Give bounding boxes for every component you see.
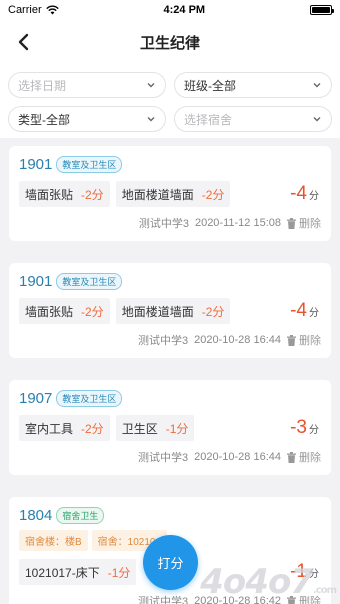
status-left: Carrier	[8, 4, 59, 16]
class-filter-value: 班级-全部	[184, 78, 236, 93]
record-footer: 测试中学3 2020-11-12 15:08 删除	[19, 215, 321, 231]
deduction-item: 地面楼道墙面 -2分	[115, 181, 231, 207]
class-filter[interactable]: 班级-全部	[174, 72, 332, 98]
deduction-row: 墙面张贴 -2分 地面楼道墙面 -2分 -4 分	[19, 298, 321, 324]
deduction-row: 室内工具 -2分 卫生区 -1分 -3 分	[19, 415, 321, 441]
record-header: 1901 教室及卫生区	[19, 156, 321, 173]
record-header: 1901 教室及卫生区	[19, 273, 321, 290]
deduction-label: 室内工具	[25, 421, 74, 436]
delete-button[interactable]: 删除	[287, 332, 321, 348]
deduction-label: 1021017-床下	[25, 565, 100, 580]
deduction-label: 地面楼道墙面	[121, 304, 194, 319]
record-card[interactable]: 1901 教室及卫生区 墙面张贴 -2分 地面楼道墙面 -2分 -4 分 测试中…	[9, 263, 331, 358]
total-score-value: -4	[290, 183, 307, 204]
trash-icon	[287, 334, 296, 346]
deduction-label: 墙面张贴	[25, 187, 74, 202]
record-datetime: 2020-10-28 16:44	[194, 451, 281, 463]
total-score-unit: 分	[309, 425, 319, 436]
deduction-item: 地面楼道墙面 -2分	[115, 298, 231, 324]
site-watermark: 4o4o7.com	[200, 562, 337, 602]
watermark-text: 4o4o7	[200, 562, 314, 602]
category-tag: 教室及卫生区	[56, 390, 123, 407]
school-name: 测试中学3	[138, 335, 189, 347]
total-score: -4 分	[290, 300, 321, 322]
total-score-value: -3	[290, 417, 307, 438]
room-number: 1901	[19, 273, 53, 290]
total-score: -3 分	[290, 417, 321, 439]
trash-icon	[287, 451, 296, 463]
record-datetime: 2020-11-12 15:08	[194, 217, 281, 229]
deduction-item: 室内工具 -2分	[19, 415, 110, 441]
date-filter-placeholder: 选择日期	[18, 78, 67, 93]
deduction-points: -2分	[81, 187, 104, 202]
deduction-points: -1分	[165, 421, 189, 436]
chevron-down-icon	[147, 117, 155, 122]
record-header: 1907 教室及卫生区	[19, 390, 321, 407]
deduction-label: 墙面张贴	[25, 304, 74, 319]
total-score-unit: 分	[309, 308, 319, 319]
total-score-value: -4	[290, 300, 307, 321]
dorm-building-chip: 宿舍楼：楼B	[19, 530, 88, 551]
deduction-points: -2分	[201, 304, 225, 319]
back-button[interactable]	[8, 27, 38, 57]
total-score-unit: 分	[309, 191, 319, 202]
dorm-filter[interactable]: 选择宿舍	[174, 106, 332, 132]
room-number: 1901	[19, 156, 53, 173]
record-datetime: 2020-10-28 16:44	[194, 334, 281, 346]
deduction-item: 墙面张贴 -2分	[19, 298, 110, 324]
status-bar: Carrier 4:24 PM	[0, 0, 340, 20]
delete-button[interactable]: 删除	[287, 215, 321, 231]
deduction-item: 墙面张贴 -2分	[19, 181, 110, 207]
deduction-item: 卫生区 -1分	[115, 415, 195, 441]
record-card[interactable]: 1907 教室及卫生区 室内工具 -2分 卫生区 -1分 -3 分 测试中学3 …	[9, 380, 331, 475]
total-score: -4 分	[290, 183, 321, 205]
battery-icon	[309, 5, 334, 15]
category-tag: 教室及卫生区	[56, 273, 123, 290]
type-filter[interactable]: 类型-全部	[8, 106, 166, 132]
carrier-label: Carrier	[8, 4, 42, 16]
deduction-points: -2分	[81, 421, 104, 436]
delete-label: 删除	[299, 452, 321, 464]
school-name: 测试中学3	[138, 452, 189, 464]
deduction-points: -2分	[81, 304, 104, 319]
deduction-row: 墙面张贴 -2分 地面楼道墙面 -2分 -4 分	[19, 181, 321, 207]
deduction-label: 地面楼道墙面	[121, 187, 194, 202]
filter-panel: 选择日期 班级-全部 类型-全部 选择宿舍	[0, 64, 340, 138]
delete-label: 删除	[299, 335, 321, 347]
record-card[interactable]: 1901 教室及卫生区 墙面张贴 -2分 地面楼道墙面 -2分 -4 分 测试中…	[9, 146, 331, 241]
chevron-down-icon	[313, 83, 321, 88]
delete-label: 删除	[299, 218, 321, 230]
score-fab-label: 打分	[157, 556, 184, 571]
date-filter[interactable]: 选择日期	[8, 72, 166, 98]
deduction-item: 1021017-床下 -1分	[19, 559, 137, 585]
record-footer: 测试中学3 2020-10-28 16:44 删除	[19, 449, 321, 465]
dorm-filter-placeholder: 选择宿舍	[184, 112, 233, 127]
watermark-suffix: .com	[312, 585, 337, 596]
nav-bar: 卫生纪律	[0, 20, 340, 64]
category-tag: 宿舍卫生	[56, 507, 105, 524]
room-number: 1907	[19, 390, 53, 407]
deduction-label: 卫生区	[121, 421, 158, 436]
type-filter-value: 类型-全部	[18, 112, 70, 127]
category-tag: 教室及卫生区	[56, 156, 123, 173]
wifi-icon	[45, 5, 59, 15]
deduction-points: -2分	[201, 187, 225, 202]
room-number: 1804	[19, 507, 53, 524]
school-name: 测试中学3	[138, 596, 189, 604]
deduction-points: -1分	[107, 565, 131, 580]
chevron-down-icon	[313, 117, 321, 122]
chevron-down-icon	[147, 83, 155, 88]
trash-icon	[287, 217, 296, 229]
chevron-left-icon	[18, 33, 29, 51]
page-title: 卫生纪律	[139, 34, 200, 52]
school-name: 测试中学3	[138, 218, 189, 230]
status-time: 4:24 PM	[163, 4, 206, 16]
record-header: 1804 宿舍卫生	[19, 507, 321, 524]
record-footer: 测试中学3 2020-10-28 16:44 删除	[19, 332, 321, 348]
score-fab-button[interactable]: 打分	[143, 535, 198, 590]
delete-button[interactable]: 删除	[287, 449, 321, 465]
